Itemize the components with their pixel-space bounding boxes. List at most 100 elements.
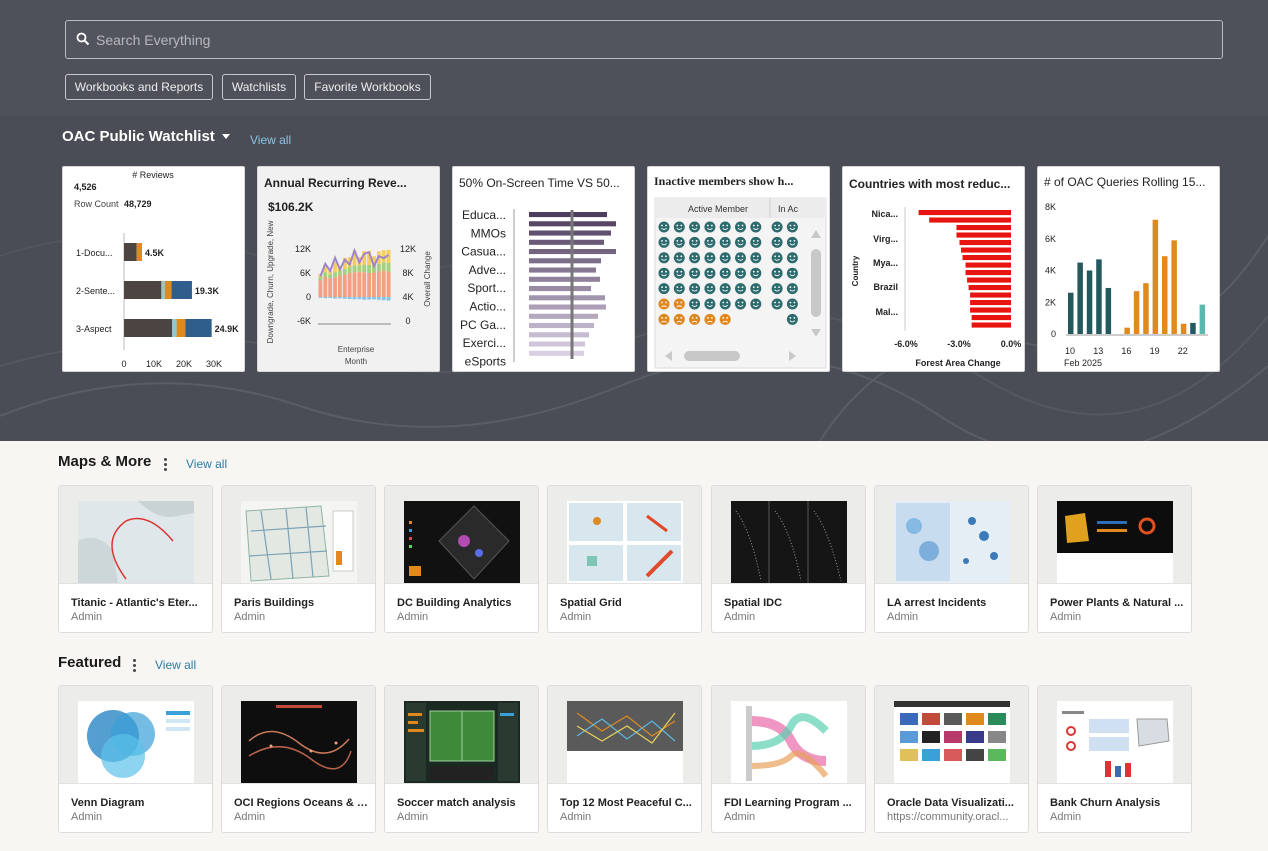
card-owner: Admin (1050, 611, 1082, 623)
bar (1190, 322, 1196, 334)
face-eye (691, 270, 694, 273)
featured-more-options-icon[interactable] (133, 659, 136, 673)
x-tick-label: 0 (121, 359, 126, 369)
watchlist-card-onscreen[interactable]: 50% On-Screen Time VS 50... Educa... MMOs… (452, 166, 635, 372)
maps-more-options-icon[interactable] (164, 458, 167, 472)
category-label: Actio... (469, 300, 506, 314)
filter-watchlists[interactable]: Watchlists (222, 74, 296, 100)
featured-card-4[interactable]: Top 12 Most Peaceful C... Admin (547, 685, 702, 833)
bar (1143, 283, 1149, 334)
bar-segment (386, 297, 391, 301)
bar-segment (372, 272, 376, 297)
watchlist-card-forest[interactable]: Countries with most reduc... Country For… (842, 166, 1025, 372)
bar-segment (386, 263, 391, 272)
face-eye (752, 301, 755, 304)
bar-segment (386, 271, 391, 297)
face-eye (665, 240, 667, 242)
watchlist-card-reviews[interactable]: # Reviews 4,526 Row Count 48,729 1-Docu.… (62, 166, 245, 372)
category-label: Exerci... (463, 336, 506, 350)
face-eye (680, 301, 683, 304)
face-eye (756, 286, 759, 288)
card-name: Spatial IDC (724, 597, 783, 609)
face-eye (661, 301, 663, 304)
maps-card-3[interactable]: DC Building Analytics Admin (384, 485, 539, 633)
face-eye (789, 286, 792, 288)
bar-segment (333, 277, 337, 297)
oci-regions-thumbnail (241, 701, 357, 783)
face-eye (778, 255, 780, 258)
maps-card-6[interactable]: LA arrest Incidents Admin (874, 485, 1029, 633)
horizontal-scroll-thumb[interactable] (684, 351, 740, 361)
featured-view-all[interactable]: View all (155, 658, 196, 672)
maps-card-7[interactable]: Power Plants & Natural ... Admin (1037, 485, 1192, 633)
bar-segment (337, 275, 342, 297)
featured-card-6[interactable]: Oracle Data Visualizati... https://commu… (874, 685, 1029, 833)
card-owner: Admin (234, 811, 266, 823)
bar-segment (342, 274, 347, 297)
watchlist-card-arr[interactable]: Annual Recurring Reve... $106.2K Downgra… (257, 166, 440, 372)
bar-segment (352, 265, 357, 273)
face-eye (676, 224, 679, 227)
bar (529, 341, 585, 347)
face-eye (722, 240, 725, 242)
spatial-grid-thumbnail (567, 501, 683, 583)
face-eye (680, 270, 683, 273)
left-y-tick: 6K (300, 268, 311, 278)
maps-card-4[interactable]: Spatial Grid Admin (547, 485, 702, 633)
face-eye (665, 255, 667, 258)
maps-view-all[interactable]: View all (186, 457, 227, 471)
face-eye (726, 301, 729, 304)
bar (968, 285, 1011, 291)
face-eye (789, 224, 792, 227)
watchlist-card-queries[interactable]: # of OAC Queries Rolling 15... Feb 2025 … (1037, 166, 1220, 372)
happy-face-icon (786, 267, 798, 279)
face-eye (676, 255, 679, 258)
face-eye (707, 270, 709, 273)
right-y-tick: 0 (405, 316, 410, 326)
bar (1068, 292, 1074, 334)
row-count-value: 48,729 (124, 199, 152, 209)
filter-workbooks-reports[interactable]: Workbooks and Reports (65, 74, 213, 100)
face-eye (756, 270, 759, 273)
maps-section-title: Maps & More (58, 453, 152, 470)
y-axis-label: Country (851, 255, 860, 286)
face-eye (695, 270, 698, 273)
bar (529, 304, 606, 310)
watchlist-card-inactive-members[interactable]: Inactive members show h... Active Member… (647, 166, 830, 372)
maps-card-5[interactable]: Spatial IDC Admin (711, 485, 866, 633)
face-eye (661, 286, 663, 288)
row-count-label: Row Count (74, 199, 119, 209)
watchlist-dropdown-icon[interactable] (222, 134, 230, 139)
happy-face-icon (658, 252, 670, 264)
card-owner: https://community.oracl... (887, 811, 1009, 823)
happy-face-icon (771, 221, 783, 233)
face-eye (722, 255, 725, 258)
featured-card-1[interactable]: Venn Diagram Admin (58, 685, 213, 833)
search-input[interactable] (96, 27, 1196, 53)
face-eye (665, 270, 667, 273)
watchlist-title[interactable]: OAC Public Watchlist (62, 128, 215, 145)
face-eye (774, 240, 776, 242)
scroll-thumb[interactable] (811, 249, 821, 317)
category-label: Educa... (462, 208, 506, 222)
featured-card-5[interactable]: FDI Learning Program ... Admin (711, 685, 866, 833)
bar-segment (367, 273, 372, 297)
happy-face-icon (704, 236, 716, 248)
featured-card-7[interactable]: Bank Churn Analysis Admin (1037, 685, 1192, 833)
watchlist-view-all[interactable]: View all (250, 133, 291, 147)
card-owner: Admin (397, 811, 429, 823)
filter-favorite-workbooks[interactable]: Favorite Workbooks (304, 74, 431, 100)
global-search[interactable] (65, 20, 1223, 59)
bar-segment (337, 297, 342, 299)
bar (1180, 323, 1187, 334)
maps-card-2[interactable]: Paris Buildings Admin (221, 485, 376, 633)
right-y-tick: 8K (402, 268, 413, 278)
bar-segment (357, 271, 362, 297)
category-label: Virg... (873, 234, 898, 244)
featured-card-3[interactable]: Soccer match analysis Admin (384, 685, 539, 833)
card-owner: Admin (71, 811, 103, 823)
maps-card-1[interactable]: Titanic - Atlantic's Eter... Admin (58, 485, 213, 633)
featured-card-2[interactable]: OCI Regions Oceans & C... Admin (221, 685, 376, 833)
bar-segment (362, 272, 367, 297)
card-name: Paris Buildings (234, 597, 315, 609)
